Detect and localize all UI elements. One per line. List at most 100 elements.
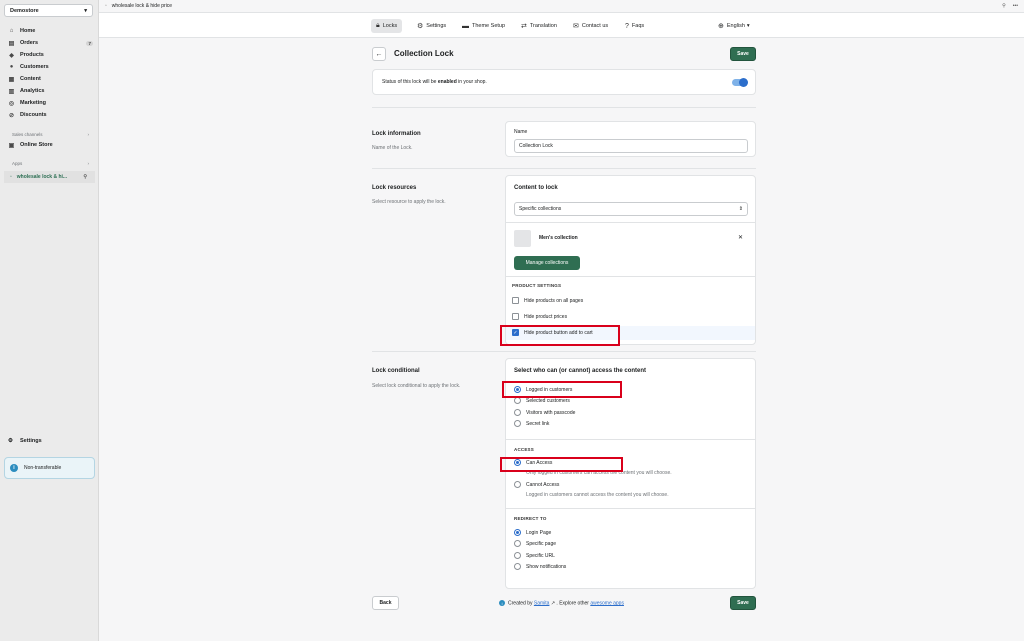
more-icon[interactable]: •••: [1013, 3, 1018, 9]
divider: [506, 439, 755, 440]
theme-icon: ▬: [462, 22, 469, 30]
radio-selected-customers[interactable]: Selected customers: [514, 397, 570, 404]
checkbox-label: Hide product prices: [524, 313, 568, 320]
radio-specific-page[interactable]: Specific page: [514, 540, 556, 547]
radio[interactable]: [514, 563, 521, 570]
highlight-box-add-to-cart: [500, 325, 620, 346]
app-icon: ▫: [105, 3, 107, 9]
tab-label: Settings: [426, 23, 447, 29]
pin-icon[interactable]: ⚲: [1002, 3, 1006, 9]
awesome-apps-link[interactable]: awesome apps: [590, 600, 624, 606]
translate-icon: ⇄: [521, 23, 527, 30]
hide-prices-checkbox-row[interactable]: Hide product prices: [512, 313, 567, 320]
sales-channels-label: Sales channels: [12, 131, 43, 137]
radio-login-page[interactable]: Login Page: [514, 529, 551, 536]
discounts-icon: ⊘: [8, 112, 15, 119]
radio-cannot-access[interactable]: Cannot Access: [514, 481, 559, 488]
apps-label: Apps: [12, 160, 23, 166]
radio[interactable]: [514, 420, 521, 427]
chevron-down-icon: ▾: [84, 7, 87, 14]
radio[interactable]: [514, 552, 521, 559]
radio-show-notifications[interactable]: Show notifications: [514, 563, 566, 570]
store-name: Demostore: [10, 7, 39, 14]
sidebar-item-discounts[interactable]: ⊘ Discounts: [4, 109, 95, 121]
radio-label: Cannot Access: [526, 481, 560, 488]
radio-visitors-passcode[interactable]: Visitors with passcode: [514, 409, 575, 416]
tab-translation[interactable]: ⇄ Translation: [516, 19, 562, 33]
sidebar-item-content[interactable]: ▦ Content: [4, 73, 95, 85]
collection-name: Men's collection: [539, 235, 578, 241]
caret-down-icon: ▾: [746, 23, 750, 29]
sidebar-item-marketing[interactable]: ◎ Marketing: [4, 97, 95, 109]
checkbox[interactable]: [512, 313, 519, 320]
analytics-icon: ▥: [8, 88, 15, 95]
cannot-access-help: Logged in customers cannot access the co…: [526, 492, 669, 498]
sidebar-item-label: Orders: [20, 40, 39, 46]
sidebar-item-label: Settings: [20, 438, 42, 444]
radio-label: Selected customers: [526, 397, 570, 404]
manage-collections-button[interactable]: Manage collections: [514, 256, 580, 270]
sidebar: Demostore ▾ ⌂ Home ▤ Orders 7 ◆ Products ● Cu…: [0, 0, 99, 641]
sidebar-item-customers[interactable]: ● Customers: [4, 61, 95, 73]
footer-text: Created by: [508, 600, 534, 607]
tab-label: Contact us: [581, 23, 609, 29]
sidebar-item-orders[interactable]: ▤ Orders 7: [4, 37, 95, 49]
radio-specific-url[interactable]: Specific URL: [514, 552, 555, 559]
apps-header[interactable]: Apps ›: [4, 158, 95, 168]
arrow-left-icon: ←: [375, 50, 383, 58]
save-button-top[interactable]: Save: [730, 47, 756, 61]
app-navigation: 🔒︎ Locks ⚙ Settings ▬ Theme Setup ⇄ Translat…: [99, 13, 1024, 38]
radio[interactable]: [514, 397, 521, 404]
tab-settings[interactable]: ⚙ Settings: [412, 19, 451, 33]
chevron-right-icon: ›: [87, 160, 90, 166]
sidebar-item-products[interactable]: ◆ Products: [4, 49, 95, 61]
tab-contact-us[interactable]: ✉ Contact us: [568, 19, 613, 33]
chevron-right-icon: ›: [87, 131, 90, 137]
radio-label: Secret link: [526, 420, 550, 427]
radio[interactable]: [514, 540, 521, 547]
product-settings-label: PRODUCT SETTINGS: [512, 283, 562, 288]
radio[interactable]: [514, 481, 521, 488]
language-selector[interactable]: ⊕ English ▾: [718, 19, 750, 33]
hide-products-checkbox-row[interactable]: Hide products on all pages: [512, 297, 583, 304]
radio[interactable]: [514, 409, 521, 416]
sidebar-item-online-store[interactable]: ▣ Online Store: [4, 139, 95, 151]
tab-theme-setup[interactable]: ▬ Theme Setup: [457, 19, 510, 33]
sales-channels-header[interactable]: Sales channels ›: [4, 129, 95, 139]
name-input[interactable]: Collection Lock: [514, 139, 748, 153]
tab-faqs[interactable]: ? Faqs: [620, 19, 649, 33]
remove-collection-icon[interactable]: ✕: [738, 234, 743, 241]
samita-link[interactable]: Samita: [534, 600, 550, 606]
back-arrow-button[interactable]: ←: [372, 47, 386, 61]
app-title-bar: ▫ wholesale lock & hide price ⚲ •••: [99, 0, 1024, 12]
sidebar-item-label: Customers: [20, 64, 49, 70]
checkbox-label: Hide products on all pages: [524, 297, 584, 304]
sidebar-item-wholesale-app[interactable]: ▫ wholesale lock & hi... ⚲: [4, 171, 95, 183]
store-selector[interactable]: Demostore ▾: [4, 4, 93, 17]
sidebar-item-label: wholesale lock & hi...: [16, 174, 68, 180]
non-transferable-banner[interactable]: i Non-transferable: [4, 457, 95, 479]
tab-label: Theme Setup: [472, 23, 506, 29]
radio-secret-link[interactable]: Secret link: [514, 420, 549, 427]
products-icon: ◆: [9, 52, 14, 59]
sidebar-item-label: Home: [20, 28, 36, 34]
tab-locks[interactable]: 🔒︎ Locks: [371, 19, 403, 33]
home-icon: ⌂: [9, 28, 14, 34]
sidebar-nav: ⌂ Home ▤ Orders 7 ◆ Products ● Customers ▦ Con…: [4, 25, 95, 183]
radio-on[interactable]: [514, 529, 521, 536]
non-transferable-label: Non-transferable: [24, 465, 62, 471]
checkbox[interactable]: [512, 297, 519, 304]
footer-text: . Explore other: [555, 600, 591, 607]
divider: [372, 351, 756, 352]
sidebar-item-settings[interactable]: ⚙ Settings: [4, 435, 42, 447]
status-card: Status of this lock will be enabled in y…: [372, 69, 756, 95]
status-text: Status of this lock will be enabled in y…: [382, 79, 487, 85]
lock-information-desc: Name of the Lock.: [372, 145, 413, 151]
sidebar-item-analytics[interactable]: ▥ Analytics: [4, 85, 95, 97]
mail-icon: ✉: [573, 23, 579, 30]
status-toggle[interactable]: [732, 78, 748, 87]
content-type-select[interactable]: Specific collections ⇕: [514, 202, 748, 216]
pin-icon[interactable]: ⚲: [83, 174, 87, 180]
tab-label: Translation: [529, 23, 557, 29]
sidebar-item-home[interactable]: ⌂ Home: [4, 25, 95, 37]
